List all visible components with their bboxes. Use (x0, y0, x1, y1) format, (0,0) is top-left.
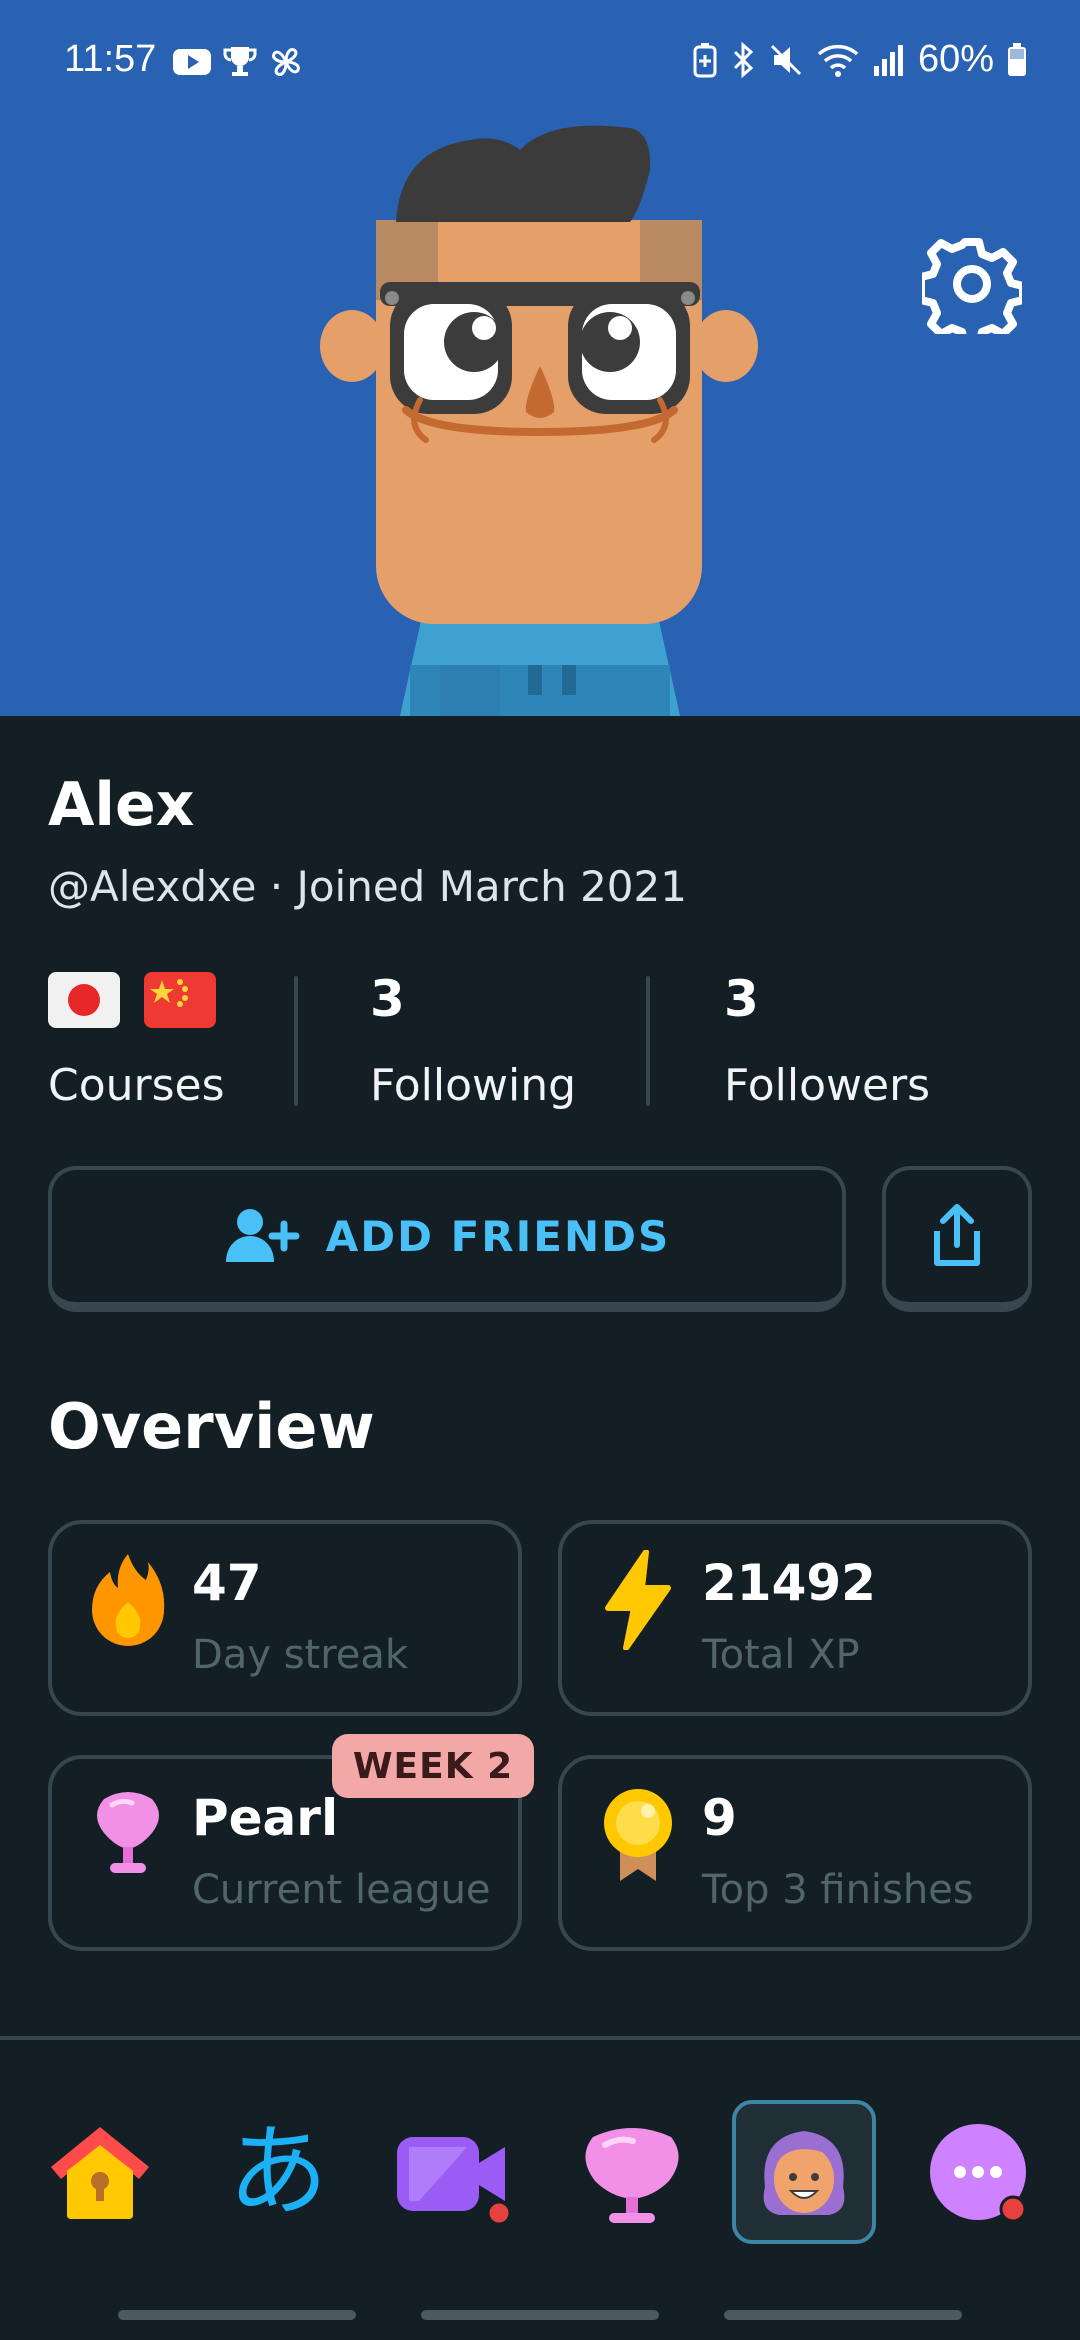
profile-stats: Courses 3 Following 3 Followers (48, 960, 1032, 1120)
followers-count: 3 (724, 970, 759, 1028)
battery-percent: 60% (917, 38, 994, 80)
league-value: Pearl (192, 1789, 339, 1847)
profile-name: Alex (48, 770, 195, 840)
nav-more[interactable] (906, 2100, 1050, 2244)
wifi-icon (817, 44, 859, 77)
battery-saver-icon (693, 42, 717, 77)
system-nav-bar (421, 2310, 659, 2320)
system-nav-bar (724, 2310, 962, 2320)
stats-divider (646, 976, 650, 1106)
profile-header: 11:57 60% (0, 0, 1080, 716)
home-icon (51, 2127, 149, 2219)
pearl-trophy-icon (585, 2128, 679, 2223)
add-friends-button[interactable]: ADD FRIENDS (48, 1166, 846, 1312)
add-friends-label: ADD FRIENDS (325, 1211, 671, 1261)
status-left-icons (172, 44, 304, 80)
status-right-icons: 60% (692, 38, 1028, 81)
hiragana-icon: あ (228, 2113, 328, 2230)
gear-icon (917, 238, 1027, 348)
settings-button[interactable] (917, 234, 1027, 348)
medal-icon (604, 1789, 672, 1881)
share-button[interactable] (882, 1166, 1032, 1312)
streak-value: 47 (192, 1554, 262, 1612)
week-badge: WEEK 2 (332, 1734, 534, 1798)
top-finishes-card[interactable]: 9 Top 3 finishes (558, 1755, 1032, 1951)
trophy-icon (223, 47, 257, 76)
nav-video-call[interactable] (380, 2100, 524, 2244)
followers-label: Followers (724, 1060, 931, 1111)
xp-label: Total XP (702, 1632, 860, 1678)
bottom-nav: あ (0, 2040, 1080, 2340)
china-flag-icon (144, 972, 216, 1028)
pearl-trophy-icon (97, 1792, 159, 1873)
share-icon (934, 1204, 980, 1266)
stats-divider (294, 976, 298, 1106)
top-finishes-value: 9 (702, 1789, 737, 1847)
xp-value: 21492 (702, 1554, 876, 1612)
nav-home[interactable] (28, 2100, 172, 2244)
japan-flag-icon (48, 972, 120, 1028)
nav-leagues[interactable] (560, 2100, 704, 2244)
streak-card[interactable]: 47 Day streak (48, 1520, 522, 1716)
league-label: Current league (192, 1867, 491, 1913)
bluetooth-icon (733, 41, 754, 78)
following-count: 3 (370, 970, 405, 1028)
signal-icon (873, 44, 903, 76)
status-bar: 11:57 60% (0, 0, 1080, 124)
top-finishes-label: Top 3 finishes (702, 1867, 974, 1913)
nav-profile[interactable] (732, 2100, 876, 2244)
total-xp-card[interactable]: 21492 Total XP (558, 1520, 1032, 1716)
profile-avatar-icon (763, 2131, 845, 2215)
flame-icon (92, 1554, 165, 1646)
lightning-icon (605, 1550, 671, 1650)
user-avatar (320, 125, 758, 716)
nav-characters[interactable]: あ (206, 2100, 350, 2244)
pinwheel-icon (272, 48, 300, 76)
more-icon (930, 2124, 1027, 2223)
battery-icon (1008, 42, 1026, 76)
system-nav-bar (118, 2310, 356, 2320)
add-user-icon (225, 1209, 300, 1262)
mute-icon (770, 44, 801, 75)
following-label: Following (370, 1060, 577, 1111)
courses-label: Courses (48, 1060, 225, 1111)
streak-label: Day streak (192, 1632, 409, 1678)
status-time: 11:57 (64, 38, 157, 80)
overview-title: Overview (48, 1390, 375, 1463)
video-camera-icon (397, 2137, 512, 2226)
profile-handle: @Alexdxe · Joined March 2021 (48, 862, 687, 911)
youtube-icon (173, 49, 211, 75)
